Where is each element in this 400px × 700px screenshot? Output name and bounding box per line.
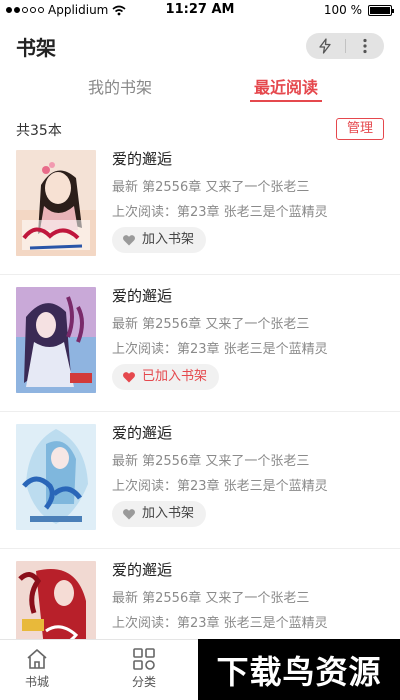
book-title: 爱的邂逅 — [112, 150, 173, 168]
header-actions — [306, 33, 384, 59]
latest-chapter: 最新 第2556章 又来了一个张老三 — [112, 317, 310, 332]
manage-button[interactable]: 管理 — [336, 118, 384, 140]
shelf-button-label: 加入书架 — [142, 506, 195, 521]
last-read: 上次阅读：第23章 张老三是个蓝精灵 — [112, 479, 328, 494]
book-cover[interactable] — [16, 424, 96, 530]
added-to-shelf-button[interactable]: 已加入书架 — [112, 364, 220, 390]
last-read: 上次阅读：第23章 张老三是个蓝精灵 — [112, 616, 328, 631]
book-list: 爱的邂逅 最新 第2556章 又来了一个张老三 上次阅读：第23章 张老三是个蓝… — [0, 138, 400, 686]
add-to-shelf-button[interactable]: 加入书架 — [112, 501, 207, 527]
more-button[interactable] — [345, 33, 384, 59]
latest-chapter: 最新 第2556章 又来了一个张老三 — [112, 591, 310, 606]
home-icon — [27, 649, 47, 669]
nav-item-bookstore[interactable]: 书城 — [7, 648, 67, 690]
page-title: 书架 — [16, 36, 56, 60]
nav-label: 分类 — [131, 675, 156, 689]
tab-my-shelf[interactable]: 我的书架 — [50, 74, 190, 98]
book-cover[interactable] — [16, 150, 96, 256]
flash-button[interactable] — [306, 33, 345, 59]
shelf-button-label: 加入书架 — [142, 232, 195, 247]
latest-chapter: 最新 第2556章 又来了一个张老三 — [112, 454, 310, 469]
more-vertical-icon — [363, 38, 367, 54]
category-icon — [133, 648, 155, 670]
heart-filled-icon — [123, 372, 135, 383]
nav-label: 书城 — [24, 675, 49, 689]
status-bar: Applidium 11:27 AM 100 % — [0, 0, 400, 20]
book-item[interactable]: 爱的邂逅 最新 第2556章 又来了一个张老三 上次阅读：第23章 张老三是个蓝… — [0, 275, 400, 412]
last-read: 上次阅读：第23章 张老三是个蓝精灵 — [112, 205, 328, 220]
heart-icon — [123, 509, 135, 520]
active-tab-indicator — [250, 100, 322, 102]
last-read: 上次阅读：第23章 张老三是个蓝精灵 — [112, 342, 328, 357]
battery-icon — [368, 4, 394, 16]
latest-chapter: 最新 第2556章 又来了一个张老三 — [112, 180, 310, 195]
book-title: 爱的邂逅 — [112, 424, 173, 442]
add-to-shelf-button[interactable]: 加入书架 — [112, 227, 207, 253]
book-cover[interactable] — [16, 287, 96, 393]
heart-icon — [123, 235, 135, 246]
header: 书架 — [0, 24, 400, 68]
battery-percent: 100 % — [323, 3, 362, 17]
book-title: 爱的邂逅 — [112, 287, 173, 305]
status-right: 100 % — [323, 3, 394, 17]
nav-item-category[interactable]: 分类 — [114, 648, 174, 690]
book-item[interactable]: 爱的邂逅 最新 第2556章 又来了一个张老三 上次阅读：第23章 张老三是个蓝… — [0, 138, 400, 275]
watermark-logo: 下载鸟资源 — [198, 639, 400, 700]
lightning-icon — [319, 38, 331, 54]
shelf-button-label: 已加入书架 — [142, 369, 208, 384]
tab-recent-reading[interactable]: 最近阅读 — [216, 74, 356, 98]
book-title: 爱的邂逅 — [112, 561, 173, 579]
tabs: 我的书架 最近阅读 — [0, 72, 400, 102]
book-item[interactable]: 爱的邂逅 最新 第2556章 又来了一个张老三 上次阅读：第23章 张老三是个蓝… — [0, 412, 400, 549]
book-count: 共35本 — [16, 123, 62, 139]
